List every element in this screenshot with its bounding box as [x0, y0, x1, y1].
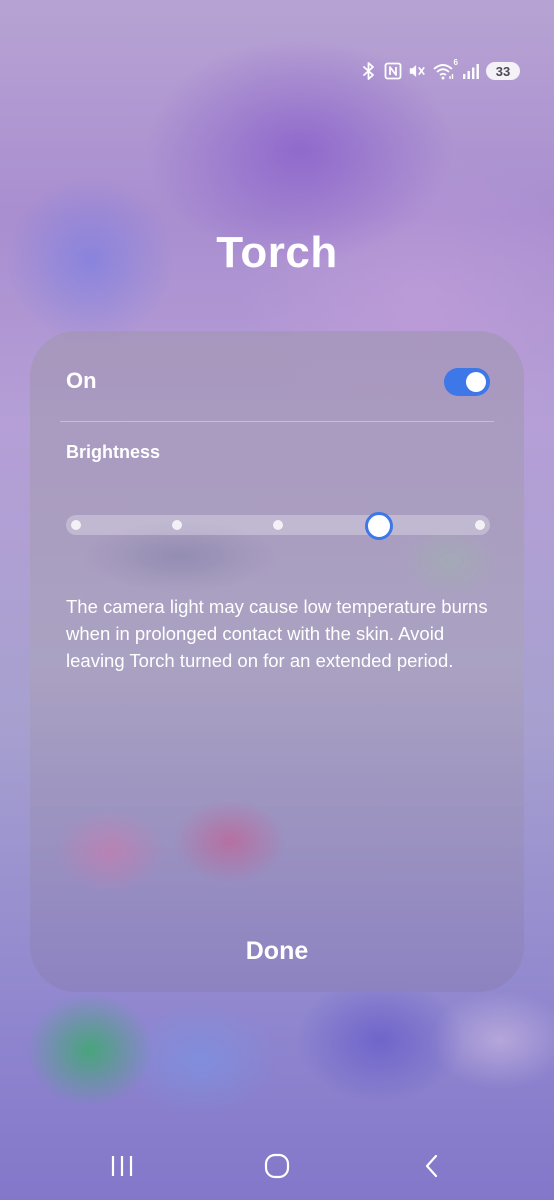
navigation-bar [0, 1140, 554, 1192]
torch-toggle-row[interactable]: On [30, 331, 524, 421]
page-title: Torch [216, 228, 338, 277]
battery-indicator: 33 [486, 62, 520, 80]
torch-panel: On Brightness The camera light may cause… [30, 331, 524, 992]
brightness-slider-thumb[interactable] [365, 512, 393, 540]
slider-step-2[interactable] [172, 520, 182, 530]
back-icon[interactable] [414, 1150, 450, 1182]
status-bar: 6 33 [360, 58, 520, 84]
recent-apps-icon[interactable] [104, 1150, 140, 1182]
divider [60, 421, 494, 422]
warning-text: The camera light may cause low temperatu… [66, 596, 488, 671]
slider-step-5[interactable] [475, 520, 485, 530]
home-icon[interactable] [259, 1150, 295, 1182]
slider-step-3[interactable] [273, 520, 283, 530]
toggle-label: On [66, 368, 97, 393]
done-button[interactable]: Done [30, 921, 524, 981]
signal-icon [462, 62, 480, 80]
wifi-icon: 6 [432, 58, 458, 80]
torch-toggle-switch[interactable] [444, 368, 490, 396]
slider-step-1[interactable] [71, 520, 81, 530]
mute-icon [408, 62, 426, 80]
toggle-knob [466, 372, 486, 392]
wifi-badge: 6 [453, 58, 458, 67]
brightness-label: Brightness [66, 442, 161, 462]
bluetooth-icon [360, 62, 378, 80]
nfc-icon [384, 62, 402, 80]
brightness-slider[interactable] [66, 515, 490, 535]
